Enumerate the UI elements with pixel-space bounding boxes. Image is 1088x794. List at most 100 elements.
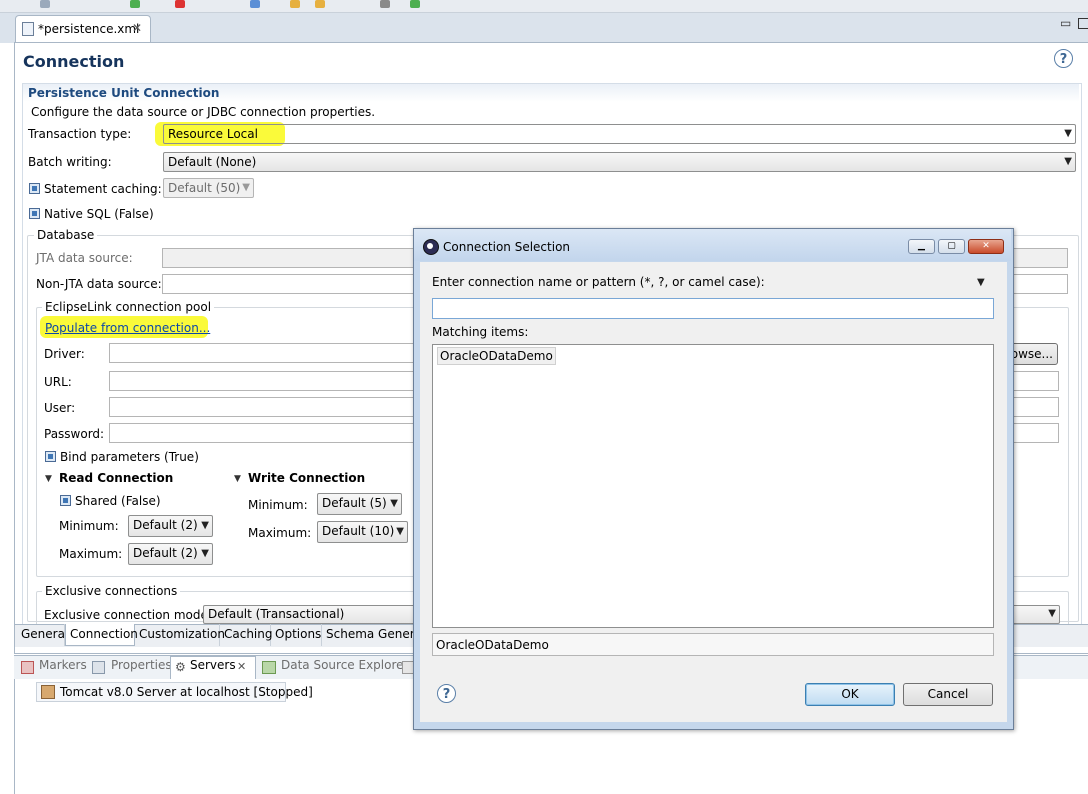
- eclipse-icon-center: [427, 243, 433, 249]
- tab-connection[interactable]: Connection: [65, 624, 138, 646]
- write-maximum-value: Default (10): [322, 524, 395, 538]
- servers-icon: ⚙: [175, 660, 186, 674]
- dialog-menu-arrow-icon[interactable]: ▼: [977, 277, 985, 288]
- section-description: Configure the data source or JDBC connec…: [31, 105, 376, 119]
- dialog-maximize-button[interactable]: ▢: [938, 239, 965, 254]
- exclusive-mode-value: Default (Transactional): [208, 607, 345, 621]
- dropdown-arrow-icon: ▼: [242, 182, 250, 193]
- tab-options[interactable]: Options: [271, 624, 322, 646]
- url-label: URL:: [44, 375, 72, 389]
- dropdown-arrow-icon: ▼: [201, 520, 209, 531]
- editor-tab-label: *persistence.xml: [38, 22, 140, 36]
- bind-parameters-checkbox[interactable]: [45, 451, 56, 462]
- bind-parameters-label: Bind parameters (True): [60, 450, 199, 464]
- ok-button[interactable]: OK: [805, 683, 895, 706]
- toolbar-icon[interactable]: [380, 0, 390, 8]
- read-minimum-combo[interactable]: Default (2) ▼: [128, 515, 213, 537]
- folder-icon[interactable]: [290, 0, 300, 8]
- dropdown-arrow-icon: ▼: [390, 498, 398, 509]
- driver-label: Driver:: [44, 347, 85, 361]
- write-connection-header[interactable]: Write Connection: [248, 471, 365, 485]
- non-jta-data-source-label: Non-JTA data source:: [36, 277, 162, 291]
- read-connection-header[interactable]: Read Connection: [59, 471, 173, 485]
- section-title: Persistence Unit Connection: [28, 86, 220, 100]
- server-entry-label: Tomcat v8.0 Server at localhost [Stopped…: [60, 685, 313, 699]
- run-icon[interactable]: [130, 0, 140, 8]
- write-minimum-label: Minimum:: [248, 498, 308, 512]
- dropdown-arrow-icon: ▼: [396, 526, 404, 537]
- connection-pattern-input[interactable]: [432, 298, 994, 319]
- editor-tabbar: [0, 13, 1088, 43]
- password-label: Password:: [44, 427, 105, 441]
- main-toolbar: [0, 0, 1088, 13]
- dialog-title: Connection Selection: [443, 240, 571, 254]
- tab-data-source-explorer[interactable]: Data Source Explorer: [281, 658, 408, 672]
- statement-caching-value: Default (50): [168, 181, 241, 195]
- page-title: Connection: [23, 52, 125, 71]
- toolbar-icon[interactable]: [250, 0, 260, 8]
- tomcat-server-icon: [41, 685, 55, 699]
- close-icon[interactable]: ✕: [237, 660, 246, 673]
- matching-items-list[interactable]: [432, 344, 994, 628]
- statement-caching-label: Statement caching:: [44, 182, 162, 196]
- folder-icon[interactable]: [315, 0, 325, 8]
- database-group-label: Database: [34, 228, 98, 242]
- list-item[interactable]: OracleODataDemo: [437, 347, 556, 365]
- statement-caching-combo[interactable]: Default (50) ▼: [163, 178, 254, 198]
- minimize-icon[interactable]: ▭: [1060, 16, 1071, 30]
- transaction-type-label: Transaction type:: [28, 127, 132, 141]
- read-minimum-value: Default (2): [133, 518, 198, 532]
- debug-icon[interactable]: [410, 0, 420, 8]
- tab-schema-generation[interactable]: Schema Generat: [322, 624, 414, 646]
- toolbar-icon[interactable]: [40, 0, 50, 8]
- dropdown-arrow-icon: ▼: [1064, 156, 1072, 167]
- collapse-icon[interactable]: ▼: [234, 474, 241, 484]
- dialog-help-icon[interactable]: ?: [437, 684, 456, 703]
- jta-data-source-label: JTA data source:: [36, 251, 133, 265]
- matching-items-label: Matching items:: [432, 325, 529, 339]
- write-maximum-combo[interactable]: Default (10) ▼: [317, 521, 408, 543]
- dropdown-arrow-icon: ▼: [201, 548, 209, 559]
- help-icon[interactable]: ?: [1054, 49, 1073, 68]
- xml-file-icon: [22, 22, 34, 36]
- read-minimum-label: Minimum:: [59, 519, 119, 533]
- transaction-type-combo[interactable]: Resource Local ▼: [163, 124, 1076, 144]
- transaction-type-value: Resource Local: [168, 127, 258, 141]
- shared-checkbox[interactable]: [60, 495, 71, 506]
- read-maximum-value: Default (2): [133, 546, 198, 560]
- maximize-icon[interactable]: [1078, 18, 1088, 29]
- read-maximum-label: Maximum:: [59, 547, 123, 561]
- exclusive-mode-label: Exclusive connection mode:: [44, 608, 212, 622]
- dropdown-arrow-icon: ▼: [1048, 608, 1056, 619]
- native-sql-label: Native SQL (False): [44, 207, 154, 221]
- editor-tab-persistence-xml[interactable]: *persistence.xml ✕: [15, 15, 151, 44]
- write-minimum-combo[interactable]: Default (5) ▼: [317, 493, 402, 515]
- properties-icon: [92, 661, 105, 674]
- close-icon[interactable]: ✕: [132, 21, 142, 35]
- markers-icon: [21, 661, 34, 674]
- statement-caching-checkbox[interactable]: [29, 183, 40, 194]
- selected-item-status: OracleODataDemo: [432, 633, 994, 656]
- write-maximum-label: Maximum:: [248, 526, 312, 540]
- tab-markers[interactable]: Markers: [39, 658, 87, 672]
- exclusive-connections-label: Exclusive connections: [42, 584, 181, 598]
- cancel-button[interactable]: Cancel: [903, 683, 993, 706]
- collapse-icon[interactable]: ▼: [45, 474, 52, 484]
- tab-servers[interactable]: Servers: [190, 658, 236, 672]
- shared-label: Shared (False): [75, 494, 161, 508]
- tab-caching[interactable]: Caching: [220, 624, 273, 646]
- tab-properties[interactable]: Properties: [111, 658, 172, 672]
- dialog-minimize-button[interactable]: ▁: [908, 239, 935, 254]
- dialog-prompt: Enter connection name or pattern (*, ?, …: [432, 275, 765, 289]
- batch-writing-label: Batch writing:: [28, 155, 112, 169]
- populate-from-connection-link[interactable]: Populate from connection...: [45, 321, 210, 335]
- tab-customization[interactable]: Customization: [135, 624, 225, 646]
- write-minimum-value: Default (5): [322, 496, 387, 510]
- dialog-close-button[interactable]: ✕: [968, 239, 1004, 254]
- data-source-explorer-icon: [262, 661, 276, 674]
- batch-writing-combo[interactable]: Default (None) ▼: [163, 152, 1076, 172]
- stop-icon[interactable]: [175, 0, 185, 8]
- read-maximum-combo[interactable]: Default (2) ▼: [128, 543, 213, 565]
- native-sql-checkbox[interactable]: [29, 208, 40, 219]
- tab-general[interactable]: General: [17, 624, 68, 646]
